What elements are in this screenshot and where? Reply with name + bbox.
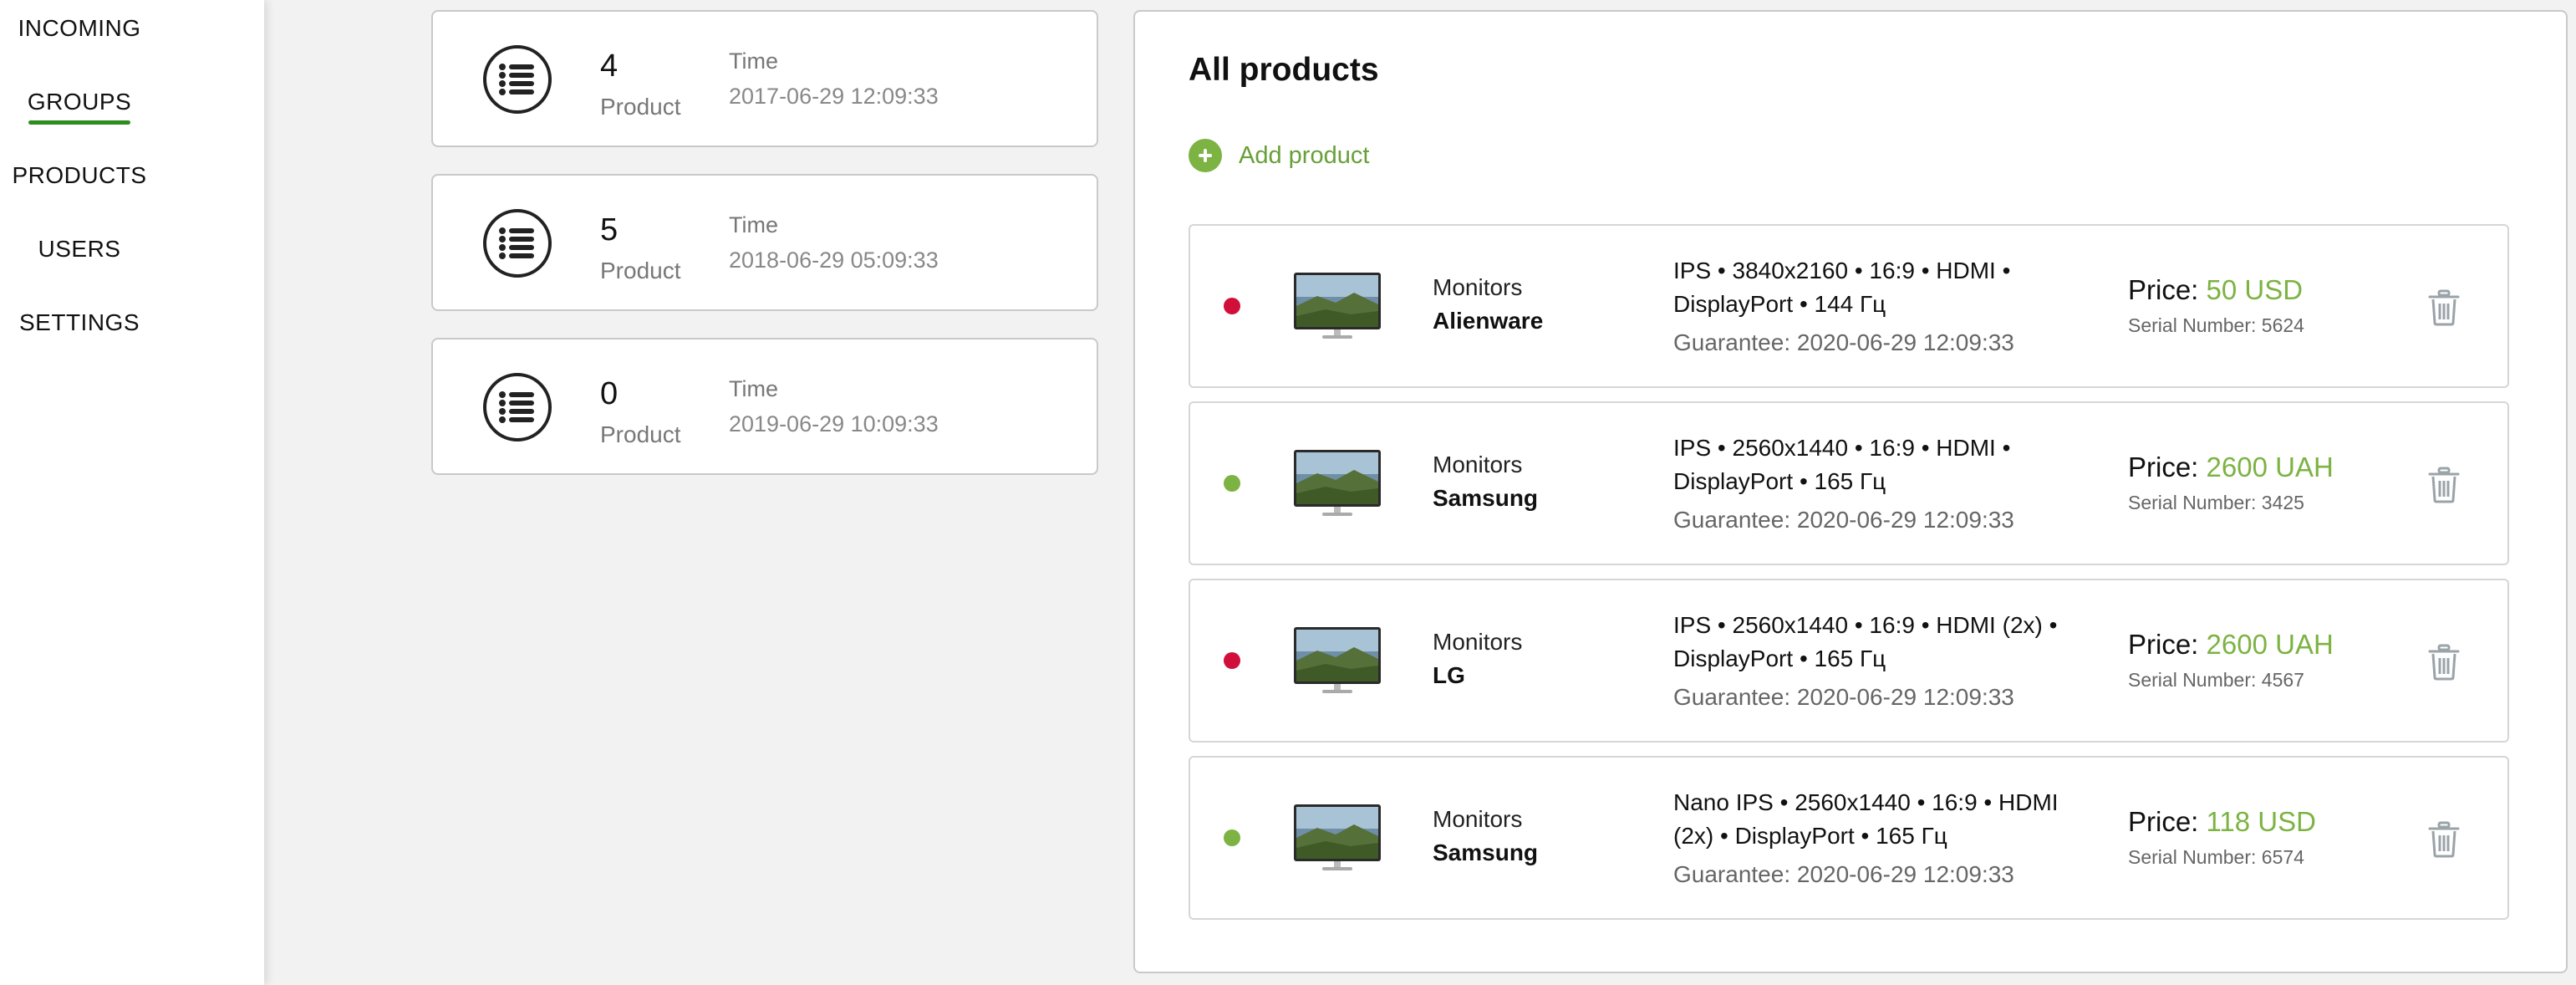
product-guarantee: Guarantee: 2020-06-29 12:09:33 xyxy=(1673,329,2014,355)
product-brand: LG xyxy=(1433,662,1465,688)
nav-item-label: PRODUCTS xyxy=(12,162,147,188)
status-dot xyxy=(1224,475,1240,492)
panel-title: All products xyxy=(1189,52,1379,88)
group-time: 2018-06-29 05:09:33 xyxy=(729,248,939,273)
product-specs: Nano IPS • 2560x1440 • 16:9 • HDMI (2x) … xyxy=(1673,789,2059,849)
list-icon xyxy=(483,45,552,114)
product-specs: IPS • 3840x2160 • 16:9 • HDMI • DisplayP… xyxy=(1673,258,2011,317)
product-guarantee: Guarantee: 2020-06-29 12:09:33 xyxy=(1673,861,2014,887)
nav-item-label: INCOMING xyxy=(18,15,141,41)
group-time: 2019-06-29 10:09:33 xyxy=(729,411,939,436)
price-label: Price: xyxy=(2128,806,2199,837)
monitor-thumbnail xyxy=(1294,804,1381,870)
group-product-label: Product xyxy=(600,258,681,283)
serial-number: Serial Number: 5624 xyxy=(2128,314,2304,336)
product-category: Monitors xyxy=(1433,806,1523,832)
add-product-button[interactable]: Add product xyxy=(1189,137,1369,174)
active-indicator xyxy=(28,120,130,125)
group-product-count: 4 xyxy=(600,48,619,84)
product-price: Price: 50 USD xyxy=(2128,274,2303,306)
product-brand: Samsung xyxy=(1433,485,1539,511)
nav-item-groups[interactable]: GROUPS xyxy=(0,89,159,125)
trash-icon[interactable] xyxy=(2427,467,2461,503)
group-time: 2017-06-29 12:09:33 xyxy=(729,84,939,109)
serial-number: Serial Number: 3425 xyxy=(2128,492,2304,513)
price-value: 2600 UAH xyxy=(2206,452,2334,482)
list-icon xyxy=(483,373,552,441)
product-price: Price: 2600 UAH xyxy=(2128,452,2334,483)
status-dot xyxy=(1224,829,1240,846)
nav-item-users[interactable]: USERS xyxy=(0,236,159,263)
product-price: Price: 118 USD xyxy=(2128,806,2316,838)
monitor-thumbnail xyxy=(1294,627,1381,693)
serial-number: Serial Number: 6574 xyxy=(2128,846,2304,868)
price-label: Price: xyxy=(2128,452,2199,482)
price-value: 118 USD xyxy=(2206,806,2316,837)
product-price: Price: 2600 UAH xyxy=(2128,629,2334,661)
price-label: Price: xyxy=(2128,629,2199,660)
product-guarantee: Guarantee: 2020-06-29 12:09:33 xyxy=(1673,507,2014,533)
plus-circle-icon xyxy=(1189,139,1222,172)
group-card[interactable]: 5 Product Time 2018-06-29 05:09:33 xyxy=(431,174,1098,311)
group-product-count: 5 xyxy=(600,212,619,248)
product-brand: Samsung xyxy=(1433,840,1539,865)
product-guarantee: Guarantee: 2020-06-29 12:09:33 xyxy=(1673,684,2014,710)
product-row[interactable]: Monitors Samsung Nano IPS • 2560x1440 • … xyxy=(1189,756,2509,920)
product-category: Monitors xyxy=(1433,629,1523,655)
price-value: 2600 UAH xyxy=(2206,629,2334,660)
status-dot xyxy=(1224,298,1240,314)
product-row[interactable]: Monitors Alienware IPS • 3840x2160 • 16:… xyxy=(1189,224,2509,388)
monitor-thumbnail xyxy=(1294,450,1381,516)
add-product-label: Add product xyxy=(1239,141,1370,169)
product-brand: Alienware xyxy=(1433,308,1544,334)
group-card[interactable]: 0 Product Time 2019-06-29 10:09:33 xyxy=(431,338,1098,475)
nav-item-label: USERS xyxy=(38,236,121,262)
nav-item-label: SETTINGS xyxy=(18,309,140,335)
sidebar: INCOMING GROUPS PRODUCTS USERS SETTINGS xyxy=(0,0,264,985)
nav-item-label: GROUPS xyxy=(27,89,132,115)
nav-item-incoming[interactable]: INCOMING xyxy=(0,15,159,42)
status-dot xyxy=(1224,652,1240,669)
price-value: 50 USD xyxy=(2206,274,2304,305)
all-products-panel: All products Add product Monitors Alienw… xyxy=(1133,10,2568,973)
monitor-thumbnail xyxy=(1294,273,1381,339)
product-specs: IPS • 2560x1440 • 16:9 • HDMI • DisplayP… xyxy=(1673,435,2011,494)
product-category: Monitors xyxy=(1433,274,1523,300)
trash-icon[interactable] xyxy=(2427,289,2461,326)
group-time-label: Time xyxy=(729,212,778,237)
group-product-label: Product xyxy=(600,94,681,120)
group-time-label: Time xyxy=(729,376,778,401)
product-row[interactable]: Monitors LG IPS • 2560x1440 • 16:9 • HDM… xyxy=(1189,579,2509,743)
price-label: Price: xyxy=(2128,274,2199,305)
group-product-label: Product xyxy=(600,421,681,447)
product-row[interactable]: Monitors Samsung IPS • 2560x1440 • 16:9 … xyxy=(1189,401,2509,565)
group-product-count: 0 xyxy=(600,376,619,411)
product-specs: IPS • 2560x1440 • 16:9 • HDMI (2x) • Dis… xyxy=(1673,612,2058,671)
group-time-label: Time xyxy=(729,48,778,74)
product-category: Monitors xyxy=(1433,452,1523,477)
serial-number: Serial Number: 4567 xyxy=(2128,669,2304,691)
nav-item-settings[interactable]: SETTINGS xyxy=(0,309,159,336)
nav-item-products[interactable]: PRODUCTS xyxy=(0,162,159,189)
group-card[interactable]: 4 Product Time 2017-06-29 12:09:33 xyxy=(431,10,1098,147)
trash-icon[interactable] xyxy=(2427,644,2461,681)
trash-icon[interactable] xyxy=(2427,821,2461,858)
list-icon xyxy=(483,209,552,278)
